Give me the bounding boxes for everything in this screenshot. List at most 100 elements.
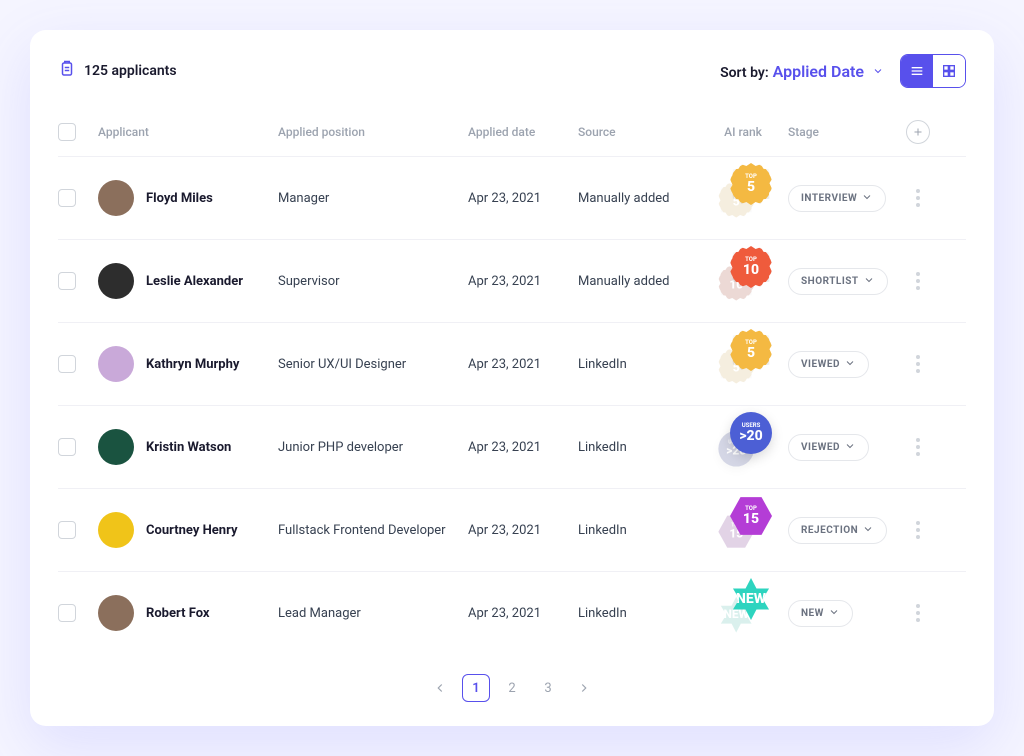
stage-label: VIEWED xyxy=(801,359,840,370)
date-cell: Apr 23, 2021 xyxy=(468,440,578,455)
rank-badge: TOP5 xyxy=(730,163,772,205)
header: 125 applicants Sort by: Applied Date xyxy=(58,54,966,88)
grid-view-button[interactable] xyxy=(933,55,965,87)
view-toggle xyxy=(900,54,966,88)
next-page-button[interactable] xyxy=(570,674,598,702)
col-header-date: Applied date xyxy=(468,125,578,139)
col-header-stage: Stage xyxy=(788,125,898,139)
stage-label: INTERVIEW xyxy=(801,193,857,204)
page-button[interactable]: 1 xyxy=(462,674,490,702)
page-button[interactable]: 2 xyxy=(498,674,526,702)
list-view-button[interactable] xyxy=(901,55,933,87)
chevron-down-icon xyxy=(861,191,873,206)
avatar xyxy=(98,429,134,465)
source-cell: LinkedIn xyxy=(578,357,698,372)
applicant-cell: Courtney Henry xyxy=(98,512,278,548)
row-checkbox[interactable] xyxy=(58,189,76,207)
chevron-down-icon xyxy=(844,440,856,455)
applicant-name: Kristin Watson xyxy=(146,440,231,455)
rank-badge: TOP5 xyxy=(730,329,772,371)
avatar xyxy=(98,346,134,382)
stage-dropdown[interactable]: INTERVIEW xyxy=(788,185,886,212)
applicant-name: Floyd Miles xyxy=(146,191,213,206)
rank-badge-wrap: NEW NEW xyxy=(713,588,773,638)
row-checkbox[interactable] xyxy=(58,272,76,290)
date-cell: Apr 23, 2021 xyxy=(468,191,578,206)
row-menu-button[interactable] xyxy=(916,604,920,622)
source-cell: Manually added xyxy=(578,274,698,289)
col-header-rank: AI rank xyxy=(698,125,788,139)
chevron-down-icon xyxy=(828,606,840,621)
date-cell: Apr 23, 2021 xyxy=(468,357,578,372)
row-checkbox[interactable] xyxy=(58,355,76,373)
source-cell: LinkedIn xyxy=(578,523,698,538)
sort-value: Applied Date xyxy=(773,62,864,81)
col-header-source: Source xyxy=(578,125,698,139)
position-cell: Fullstack Frontend Developer xyxy=(278,523,468,538)
clipboard-icon xyxy=(58,60,76,82)
applicant-cell: Floyd Miles xyxy=(98,180,278,216)
header-right: Sort by: Applied Date xyxy=(720,54,966,88)
row-menu-button[interactable] xyxy=(916,521,920,539)
header-left: 125 applicants xyxy=(58,60,177,82)
page-button[interactable]: 3 xyxy=(534,674,562,702)
rank-badge: TOP10 xyxy=(730,246,772,288)
applicant-name: Courtney Henry xyxy=(146,523,238,538)
stage-dropdown[interactable]: VIEWED xyxy=(788,434,869,461)
row-menu-button[interactable] xyxy=(916,438,920,456)
prev-page-button[interactable] xyxy=(426,674,454,702)
chevron-down-icon xyxy=(863,274,875,289)
source-cell: LinkedIn xyxy=(578,440,698,455)
row-menu-button[interactable] xyxy=(916,272,920,290)
table-row: Kathryn Murphy Senior UX/UI Designer Apr… xyxy=(58,322,966,405)
applicant-cell: Robert Fox xyxy=(98,595,278,631)
stage-dropdown[interactable]: VIEWED xyxy=(788,351,869,378)
table-row: Kristin Watson Junior PHP developer Apr … xyxy=(58,405,966,488)
sort-label: Sort by: xyxy=(720,65,769,81)
rank-badge-wrap: TOP10 TOP10 xyxy=(713,256,773,306)
position-cell: Supervisor xyxy=(278,274,468,289)
rank-badge-wrap: TOP15 TOP15 xyxy=(713,505,773,555)
row-checkbox[interactable] xyxy=(58,438,76,456)
applicant-cell: Leslie Alexander xyxy=(98,263,278,299)
add-column-button[interactable] xyxy=(906,120,930,144)
table-header: Applicant Applied position Applied date … xyxy=(58,108,966,156)
table-row: Courtney Henry Fullstack Frontend Develo… xyxy=(58,488,966,571)
stage-dropdown[interactable]: NEW xyxy=(788,600,853,627)
select-all-checkbox[interactable] xyxy=(58,123,76,141)
col-header-position: Applied position xyxy=(278,125,468,139)
source-cell: Manually added xyxy=(578,191,698,206)
row-menu-button[interactable] xyxy=(916,189,920,207)
stage-label: REJECTION xyxy=(801,525,858,536)
position-cell: Senior UX/UI Designer xyxy=(278,357,468,372)
position-cell: Lead Manager xyxy=(278,606,468,621)
applicant-name: Kathryn Murphy xyxy=(146,357,239,372)
applicant-cell: Kristin Watson xyxy=(98,429,278,465)
col-header-applicant: Applicant xyxy=(98,125,278,139)
applicant-name: Robert Fox xyxy=(146,606,210,621)
applicants-card: 125 applicants Sort by: Applied Date A xyxy=(30,30,994,726)
source-cell: LinkedIn xyxy=(578,606,698,621)
position-cell: Junior PHP developer xyxy=(278,440,468,455)
table-row: Robert Fox Lead Manager Apr 23, 2021 Lin… xyxy=(58,571,966,654)
row-menu-button[interactable] xyxy=(916,355,920,373)
applicant-name: Leslie Alexander xyxy=(146,274,243,289)
pagination: 123 xyxy=(58,654,966,702)
stage-dropdown[interactable]: REJECTION xyxy=(788,517,887,544)
stage-label: NEW xyxy=(801,608,824,619)
row-checkbox[interactable] xyxy=(58,521,76,539)
sort-by-dropdown[interactable]: Sort by: Applied Date xyxy=(720,62,884,81)
rank-badge-wrap: TOP5 TOP5 xyxy=(713,173,773,223)
table-body: Floyd Miles Manager Apr 23, 2021 Manuall… xyxy=(58,156,966,654)
row-checkbox[interactable] xyxy=(58,604,76,622)
chevron-down-icon xyxy=(844,357,856,372)
avatar xyxy=(98,595,134,631)
position-cell: Manager xyxy=(278,191,468,206)
date-cell: Apr 23, 2021 xyxy=(468,523,578,538)
rank-badge-wrap: USERS>20 USERS>20 xyxy=(713,422,773,472)
avatar xyxy=(98,263,134,299)
table-row: Leslie Alexander Supervisor Apr 23, 2021… xyxy=(58,239,966,322)
stage-label: VIEWED xyxy=(801,442,840,453)
rank-badge-wrap: TOP5 TOP5 xyxy=(713,339,773,389)
stage-dropdown[interactable]: SHORTLIST xyxy=(788,268,888,295)
